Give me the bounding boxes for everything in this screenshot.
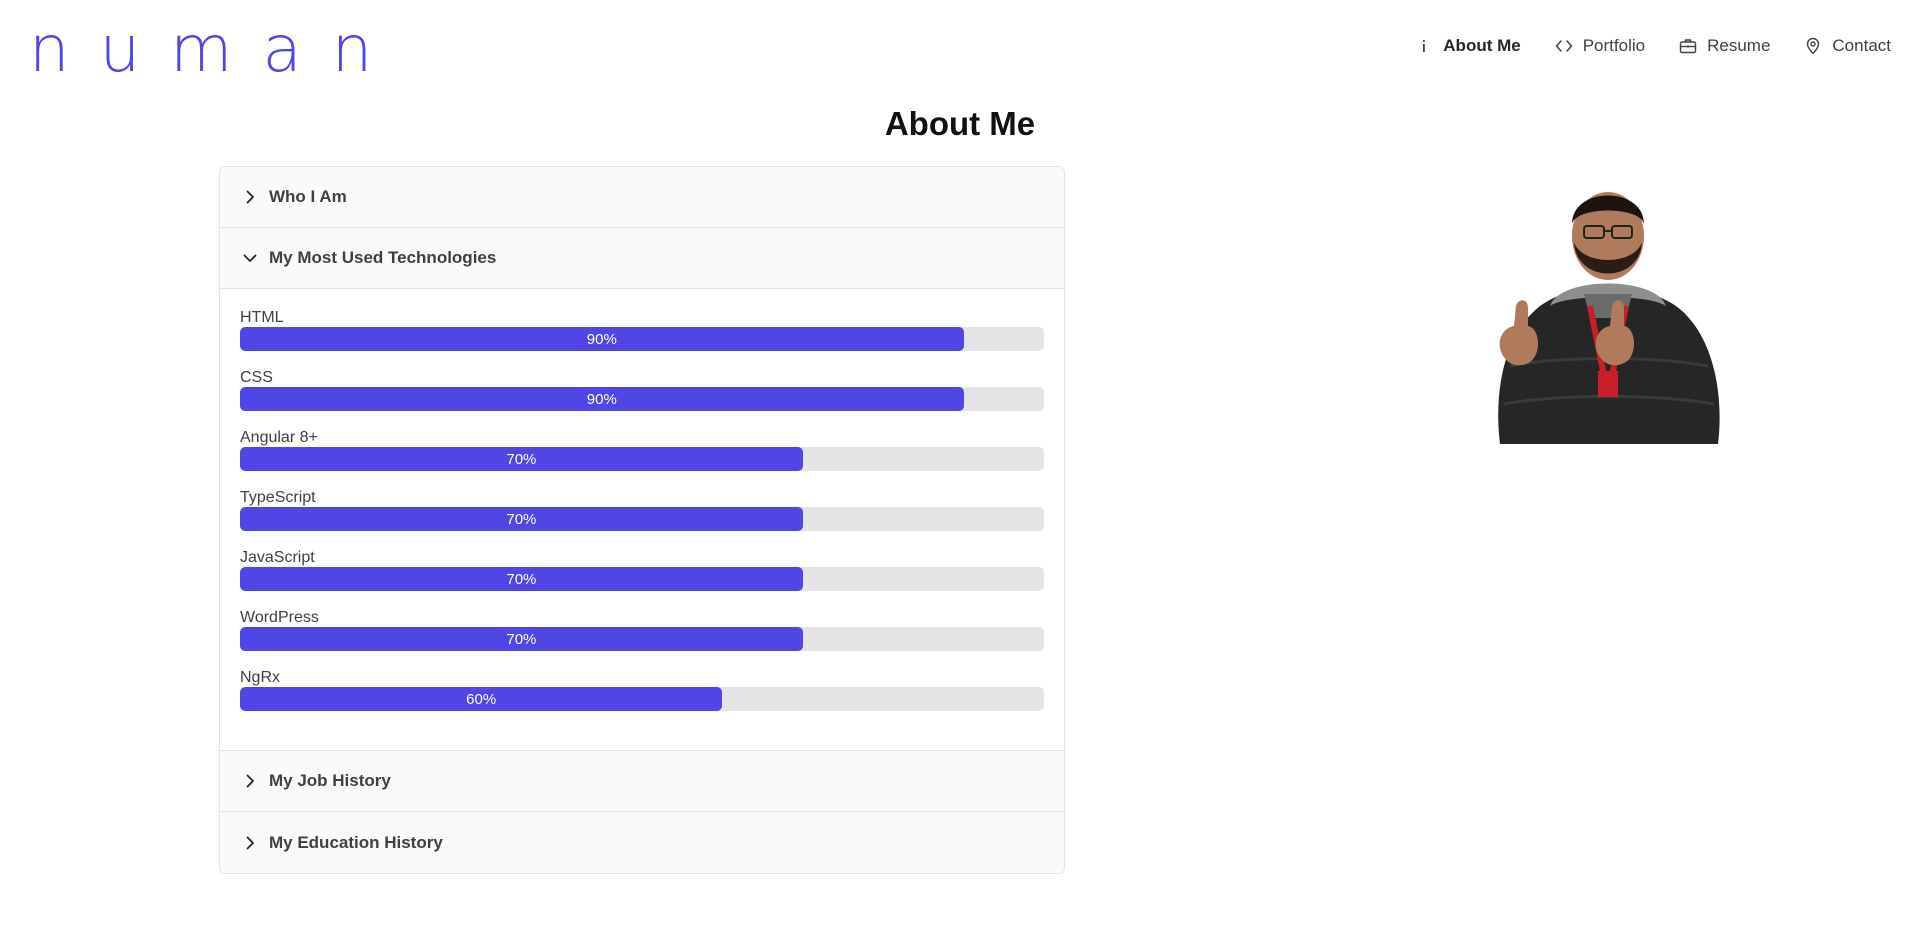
skill-name: WordPress — [240, 609, 319, 626]
accordion-label: My Education History — [269, 832, 443, 852]
nav-portfolio-label: Portfolio — [1582, 36, 1646, 55]
accordion-label: My Most Used Technologies — [269, 248, 497, 267]
skill-item: JavaScript 70% — [240, 549, 1044, 609]
progress-fill: 70% — [240, 627, 803, 651]
info-icon — [1415, 37, 1433, 55]
site-header: numan About Me Portfolio Resume Contact — [0, 0, 1920, 92]
briefcase-icon — [1679, 37, 1697, 55]
technologies-panel: HTML 90% CSS 90% Angular 8+ 70% TypeScri… — [220, 289, 1064, 751]
skill-name: NgRx — [240, 669, 281, 686]
nav-about-me-label: About Me — [1443, 36, 1521, 55]
skill-name: JavaScript — [240, 549, 315, 566]
nav-contact[interactable]: Contact — [1804, 34, 1891, 58]
site-logo[interactable]: numan — [29, 10, 402, 90]
skill-item: NgRx 60% — [240, 669, 1044, 729]
about-accordion: Who I Am My Most Used Technologies HTML … — [219, 166, 1065, 874]
progress-track: 70% — [240, 567, 1044, 591]
accordion-label: My Job History — [269, 771, 391, 790]
skill-item: TypeScript 70% — [240, 489, 1044, 549]
nav-resume-label: Resume — [1707, 36, 1771, 55]
skill-item: WordPress 70% — [240, 609, 1044, 669]
progress-fill: 90% — [240, 387, 964, 411]
skill-name: HTML — [240, 309, 284, 326]
progress-fill: 60% — [240, 687, 723, 711]
progress-track: 70% — [240, 447, 1044, 471]
skill-name: Angular 8+ — [240, 429, 318, 446]
nav-contact-label: Contact — [1832, 36, 1891, 55]
page-title: About Me — [884, 105, 1036, 142]
progress-fill: 70% — [240, 447, 803, 471]
nav-resume[interactable]: Resume — [1679, 34, 1770, 58]
progress-track: 90% — [240, 327, 1044, 351]
chevron-right-icon — [242, 835, 258, 851]
accordion-header-education-history[interactable]: My Education History — [220, 812, 1064, 873]
profile-photo — [1480, 166, 1736, 444]
skill-item: Angular 8+ 70% — [240, 429, 1044, 489]
progress-track: 60% — [240, 687, 1044, 711]
skill-name: TypeScript — [240, 489, 316, 506]
progress-fill: 70% — [240, 507, 803, 531]
chevron-right-icon — [242, 189, 258, 205]
nav-about-me[interactable]: About Me — [1415, 34, 1521, 58]
progress-track: 90% — [240, 387, 1044, 411]
chevron-right-icon — [242, 773, 258, 789]
accordion-header-job-history[interactable]: My Job History — [220, 751, 1064, 812]
progress-fill: 90% — [240, 327, 964, 351]
progress-fill: 70% — [240, 567, 803, 591]
skill-name: CSS — [240, 369, 273, 386]
code-icon — [1555, 37, 1573, 55]
map-pin-icon — [1804, 37, 1822, 55]
progress-track: 70% — [240, 627, 1044, 651]
nav-portfolio[interactable]: Portfolio — [1555, 34, 1645, 58]
accordion-header-technologies[interactable]: My Most Used Technologies — [220, 228, 1064, 289]
main-nav: About Me Portfolio Resume Contact — [1381, 34, 1891, 58]
progress-track: 70% — [240, 507, 1044, 531]
skill-item: HTML 90% — [240, 309, 1044, 369]
skill-item: CSS 90% — [240, 369, 1044, 429]
accordion-header-who-i-am[interactable]: Who I Am — [220, 167, 1064, 228]
chevron-down-icon — [242, 250, 258, 266]
accordion-label: Who I Am — [269, 187, 347, 206]
